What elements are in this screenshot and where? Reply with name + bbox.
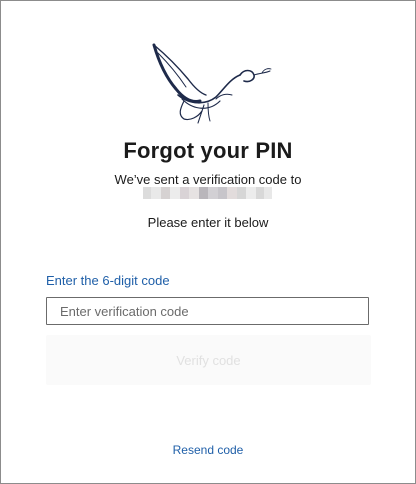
code-field-label: Enter the 6-digit code xyxy=(46,273,170,288)
masked-email xyxy=(143,187,272,199)
instruction-text: Please enter it below xyxy=(147,215,269,230)
resend-code-link[interactable]: Resend code xyxy=(1,443,415,457)
verify-code-button[interactable]: Verify code xyxy=(46,335,371,385)
dove-logo-icon xyxy=(152,43,272,124)
verification-code-input[interactable] xyxy=(46,297,369,325)
page-title: Forgot your PIN xyxy=(123,138,293,163)
code-sent-text: We’ve sent a verification code to xyxy=(114,172,302,187)
dialog-frame: Forgot your PIN We’ve sent a verificatio… xyxy=(0,0,416,484)
